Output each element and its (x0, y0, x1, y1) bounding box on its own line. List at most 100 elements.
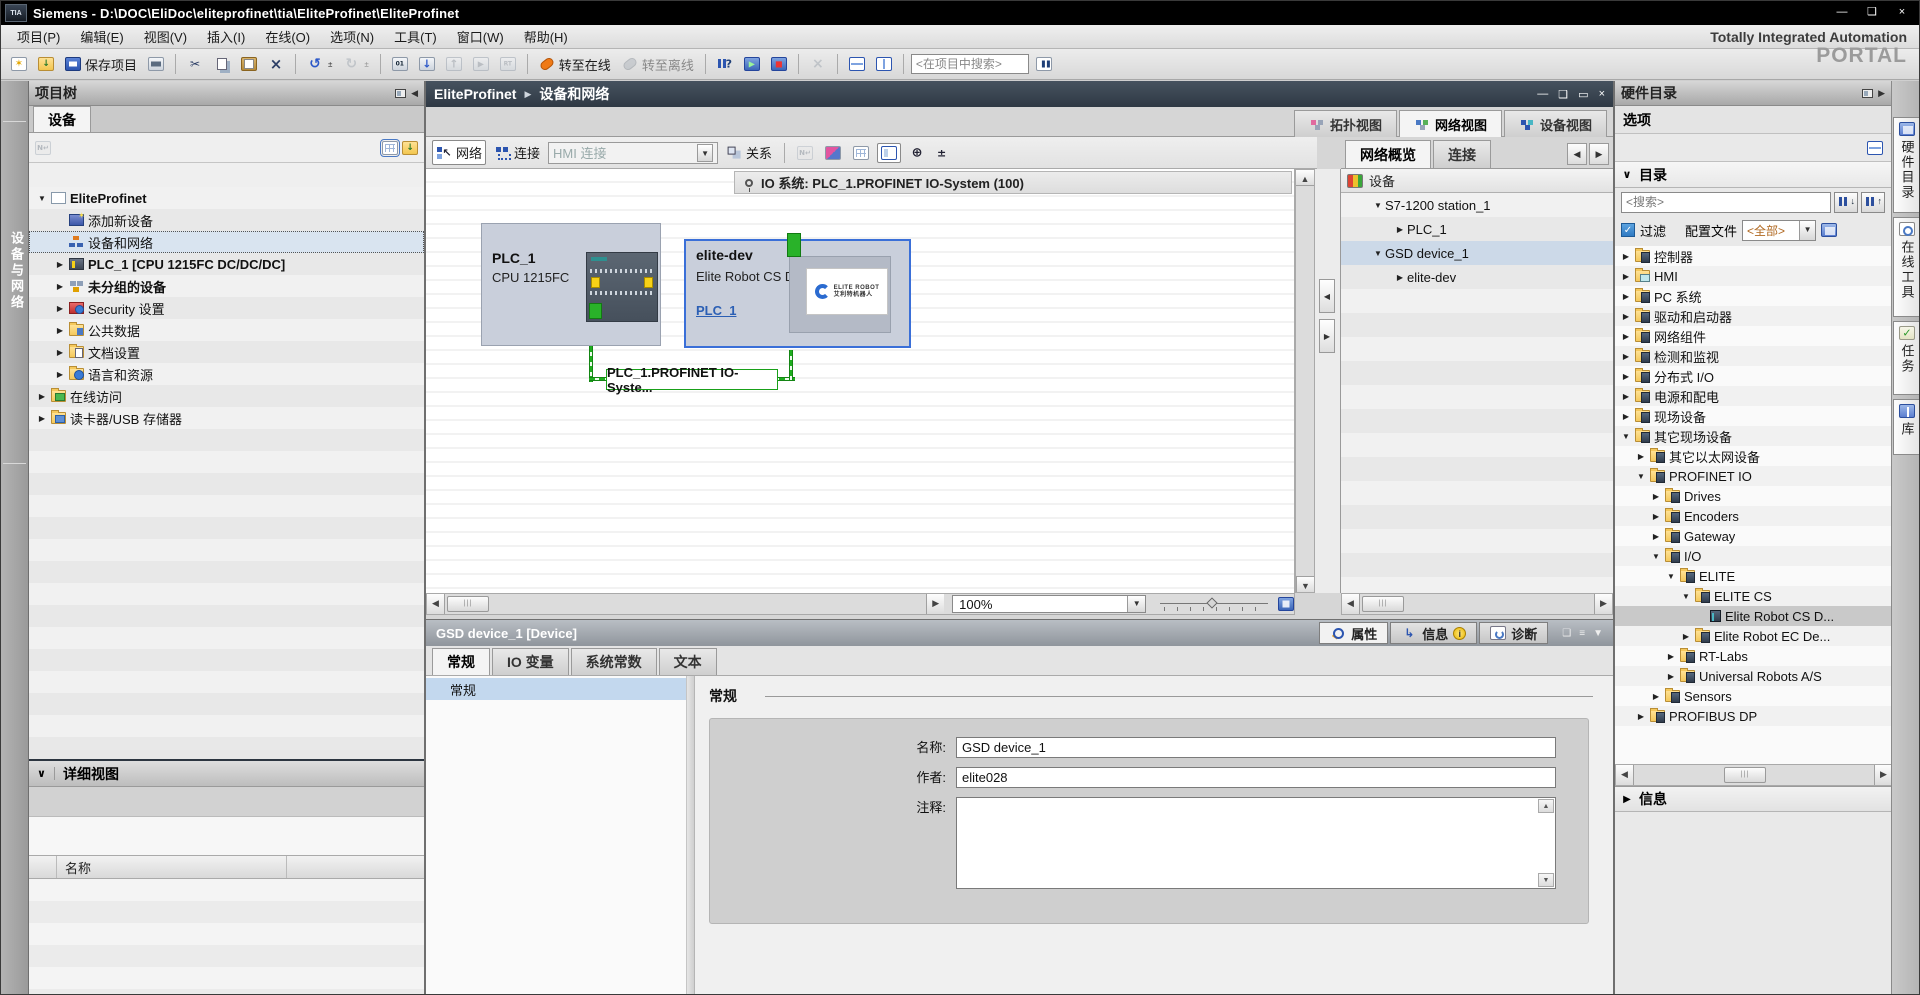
catalog-info-bar[interactable]: ▶ 信息 (1615, 786, 1891, 812)
inspector-splitter[interactable] (687, 676, 695, 995)
chevron-right-icon[interactable]: ▶ (1615, 794, 1639, 805)
float-panel-icon[interactable] (395, 89, 406, 98)
catalog-item[interactable]: ▼PROFINET IO (1615, 466, 1891, 486)
close-button[interactable]: × (1889, 4, 1915, 22)
project-search-input[interactable] (911, 54, 1029, 74)
project-tree-item[interactable]: ▶Security 设置 (29, 297, 424, 319)
project-tree-item[interactable]: ▶未分组的设备 (29, 275, 424, 297)
scroll-up-icon[interactable]: ▲ (1296, 170, 1314, 186)
project-tree-item[interactable]: ▶公共数据 (29, 319, 424, 341)
collapse-panel-icon[interactable]: ◀ (411, 88, 418, 99)
stop-cpu-button[interactable] (496, 54, 520, 74)
dropdown-arrow-icon[interactable]: ▼ (697, 144, 713, 162)
chevron-collapsed-icon[interactable]: ▶ (53, 370, 67, 379)
chevron-expanded-icon[interactable]: ▼ (1649, 552, 1663, 561)
breadcrumb-section[interactable]: 设备和网络 (539, 84, 609, 104)
show-address-labels-button[interactable] (849, 143, 873, 163)
collapse-panel-icon[interactable]: ▶ (1878, 88, 1885, 99)
search-up-icon[interactable] (1861, 192, 1885, 213)
chevron-collapsed-icon[interactable]: ▶ (1664, 672, 1678, 681)
menu-online[interactable]: 在线(O) (255, 24, 320, 49)
catalog-item[interactable]: ▶Gateway (1615, 526, 1891, 546)
expand-list-icon[interactable] (402, 141, 418, 155)
zoom-slider[interactable] (1160, 597, 1268, 611)
scroll-left-icon[interactable]: ◀ (1616, 765, 1634, 785)
inspector-restore-icon[interactable]: ❑ (1562, 628, 1571, 639)
tabs-scroll-left-icon[interactable]: ◀ (1567, 143, 1587, 165)
canvas-vertical-scrollbar[interactable]: ▲ ▼ (1295, 169, 1315, 593)
scroll-thumb[interactable]: ||| (1724, 767, 1766, 783)
scroll-down-icon[interactable]: ▼ (1296, 576, 1314, 592)
search-down-icon[interactable] (1834, 192, 1858, 213)
overview-row[interactable]: ▼S7-1200 station_1 (1341, 193, 1613, 217)
catalog-item[interactable]: ▼其它现场设备 (1615, 426, 1891, 446)
copy-button[interactable] (210, 54, 234, 74)
splitter-left-icon[interactable]: ◀ (1319, 279, 1335, 313)
chevron-expanded-icon[interactable]: ▼ (1619, 432, 1633, 441)
info-tab-button[interactable]: 信息i (1390, 622, 1477, 644)
chevron-collapsed-icon[interactable]: ▶ (53, 282, 67, 291)
scroll-right-icon[interactable]: ▶ (1594, 594, 1612, 614)
chevron-collapsed-icon[interactable]: ▶ (35, 392, 49, 401)
catalog-item[interactable]: ▼ELITE CS (1615, 586, 1891, 606)
tabs-scroll-right-icon[interactable]: ▶ (1589, 143, 1609, 165)
connections-button[interactable]: 连接 (490, 140, 544, 165)
catalog-item[interactable]: Elite Robot CS D... (1615, 606, 1891, 626)
scroll-up-icon[interactable]: ▲ (1538, 799, 1554, 813)
dropdown-arrow-icon[interactable]: ▼ (1799, 221, 1815, 240)
upload-from-device-button[interactable] (442, 54, 466, 74)
menu-project[interactable]: 项目(P) (7, 24, 70, 49)
scroll-left-icon[interactable]: ◀ (1342, 594, 1360, 614)
open-project-button[interactable] (34, 54, 58, 74)
diagnostics-tab-button[interactable]: 诊断 (1479, 622, 1548, 644)
device-name-input[interactable] (956, 737, 1556, 758)
chevron-down-icon[interactable]: ∨ (29, 767, 55, 780)
chevron-collapsed-icon[interactable]: ▶ (1619, 412, 1633, 421)
stop-simulation-button[interactable] (767, 54, 791, 74)
chevron-collapsed-icon[interactable]: ▶ (1679, 632, 1693, 641)
catalog-item[interactable]: ▶网络组件 (1615, 326, 1891, 346)
chevron-collapsed-icon[interactable]: ▶ (1634, 452, 1648, 461)
tab-general[interactable]: 常规 (432, 648, 490, 675)
sidetab-libraries[interactable]: 库 (1893, 399, 1920, 455)
minimize-button[interactable]: — (1829, 4, 1855, 22)
catalog-item[interactable]: ▶Sensors (1615, 686, 1891, 706)
tab-network-view[interactable]: 网络视图 (1399, 110, 1502, 137)
project-tree-item[interactable]: ▶PLC_1 [CPU 1215FC DC/DC/DC] (29, 253, 424, 275)
chevron-collapsed-icon[interactable]: ▶ (1393, 273, 1407, 282)
scroll-left-icon[interactable]: ◀ (427, 594, 445, 614)
project-tree-item[interactable]: ▼EliteProfinet (29, 187, 424, 209)
tab-system-constants[interactable]: 系统常数 (571, 648, 657, 675)
chevron-collapsed-icon[interactable]: ▶ (1619, 272, 1633, 281)
scroll-thumb[interactable]: ||| (447, 596, 489, 612)
catalog-item[interactable]: ▶检测和监视 (1615, 346, 1891, 366)
detail-view-header[interactable]: ∨ 详细视图 (29, 759, 424, 787)
inspector-collapse-icon[interactable]: ▼ (1593, 628, 1603, 639)
catalog-item[interactable]: ▶PC 系统 (1615, 286, 1891, 306)
chevron-collapsed-icon[interactable]: ▶ (1619, 352, 1633, 361)
chevron-expanded-icon[interactable]: ▼ (1371, 201, 1385, 210)
chevron-expanded-icon[interactable]: ▼ (1664, 572, 1678, 581)
go-online-button[interactable]: 转至在线 (535, 52, 615, 77)
chevron-collapsed-icon[interactable]: ▶ (1619, 372, 1633, 381)
start-cpu-button[interactable] (469, 54, 493, 74)
filter-checkbox[interactable]: ✓ (1621, 223, 1635, 237)
sidetab-hardware-catalog[interactable]: 硬件目录 (1893, 117, 1920, 213)
chevron-collapsed-icon[interactable]: ▶ (53, 304, 67, 313)
undo-button[interactable]: ± (303, 54, 336, 74)
properties-tab-button[interactable]: 属性 (1319, 622, 1388, 644)
overview-row[interactable]: ▶PLC_1 (1341, 217, 1613, 241)
project-tree-item[interactable]: 设备和网络 (29, 231, 424, 253)
project-tree-item[interactable]: ▶语言和资源 (29, 363, 424, 385)
catalog-item[interactable]: ▶PROFIBUS DP (1615, 706, 1891, 726)
network-mode-button[interactable]: 网络 (432, 140, 486, 165)
restore-button[interactable]: ❑ (1859, 4, 1885, 22)
start-simulation-button[interactable] (740, 54, 764, 74)
chevron-collapsed-icon[interactable]: ▶ (1649, 492, 1663, 501)
catalog-view-icon[interactable] (1821, 223, 1837, 237)
overview-window-icon[interactable] (1278, 597, 1294, 611)
zoom-menu-button[interactable] (933, 143, 950, 163)
breadcrumb-project[interactable]: EliteProfinet (434, 86, 516, 102)
print-button[interactable] (144, 54, 168, 74)
menu-help[interactable]: 帮助(H) (514, 24, 578, 49)
